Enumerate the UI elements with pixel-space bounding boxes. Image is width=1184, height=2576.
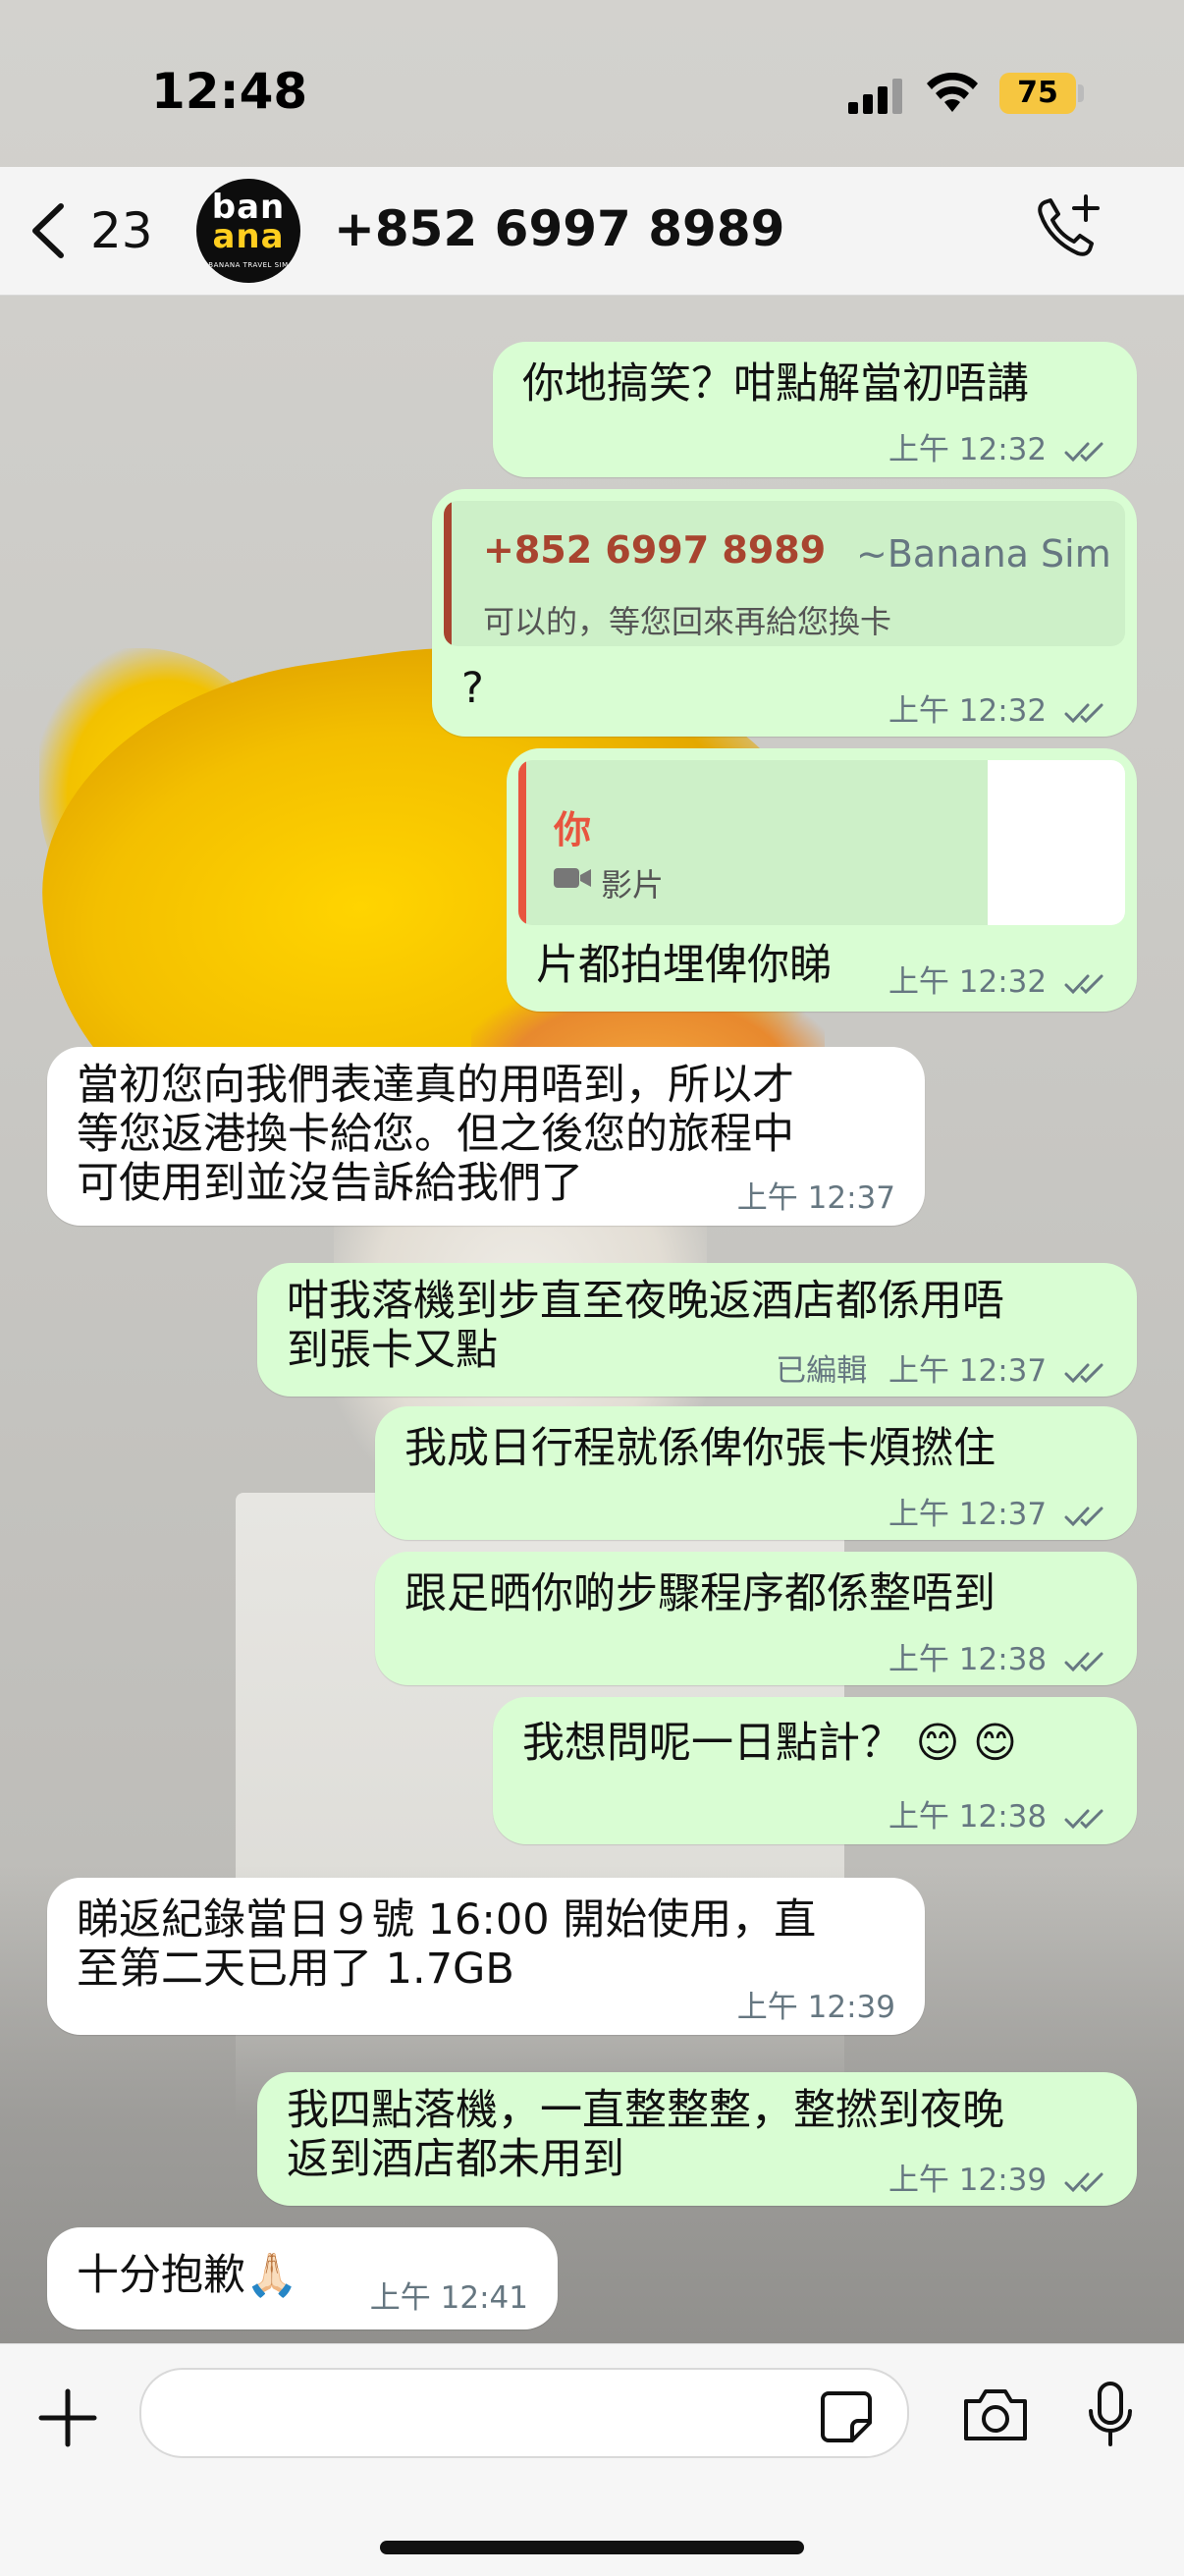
quoted-message[interactable]: 你 影片 (518, 760, 1125, 925)
video-thumbnail[interactable] (988, 760, 1125, 925)
quoted-text: 可以的，等您回來再給您換卡 (483, 603, 892, 640)
message-incoming[interactable]: 當初您向我們表達真的用唔到，所以才 等您返港換卡給您。但之後您的旅程中 可使用到… (47, 1047, 925, 1226)
message-outgoing[interactable]: 你地搞笑？咁點解當初唔講 上午 12:32 (493, 342, 1137, 477)
message-time: 上午 12:38 (888, 1642, 1048, 1677)
edited-label: 已編輯 (776, 1353, 868, 1389)
message-meta: 上午 12:32 (888, 685, 1107, 730)
message-text: 片都拍埋俾你睇 (536, 941, 832, 990)
message-text: ? (461, 664, 484, 713)
message-time: 上午 12:37 (888, 1353, 1048, 1389)
status-bar: 12:48 75 (0, 0, 1184, 187)
avatar[interactable]: ban ana BANANA TRAVEL SIM (196, 179, 300, 283)
double-check-icon (1064, 1507, 1103, 1526)
cellular-signal-icon (848, 79, 902, 114)
message-text: 當初您向我們表達真的用唔到，所以才 等您返港換卡給您。但之後您的旅程中 可使用到… (77, 1061, 794, 1208)
camera-icon[interactable] (960, 2385, 1031, 2444)
message-text: 我想問呢一日點計？ 😊 😊 (522, 1719, 1017, 1768)
message-text: 你地搞笑？咁點解當初唔講 (522, 359, 1029, 409)
plus-icon[interactable] (35, 2385, 100, 2450)
quoted-sender: +852 6997 8989 (483, 528, 827, 572)
message-meta: 上午 12:37 (737, 1173, 895, 1217)
message-meta: 上午 12:41 (370, 2273, 528, 2317)
add-call-icon[interactable] (1031, 192, 1105, 267)
message-outgoing[interactable]: 我想問呢一日點計？ 😊 😊 上午 12:38 (493, 1697, 1137, 1844)
quoted-message[interactable]: +852 6997 8989 ~Banana Sim 可以的，等您回來再給您換卡 (444, 501, 1125, 646)
status-time: 12:48 (151, 63, 308, 120)
message-meta: 已編輯 上午 12:37 (776, 1345, 1107, 1390)
contact-name[interactable]: +852 6997 8989 (334, 200, 784, 257)
message-outgoing[interactable]: +852 6997 8989 ~Banana Sim 可以的，等您回來再給您換卡… (432, 489, 1137, 737)
sticker-icon[interactable] (817, 2387, 876, 2446)
unread-count[interactable]: 23 (90, 202, 153, 259)
message-time: 上午 12:32 (888, 693, 1048, 729)
quoted-text: 影片 (601, 866, 665, 904)
message-time: 上午 12:37 (736, 1180, 895, 1216)
double-check-icon (1064, 2172, 1103, 2192)
message-time: 上午 12:39 (888, 2163, 1048, 2198)
message-incoming[interactable]: 睇返紀錄當日９號 16:00 開始使用，直 至第二天已用了 1.7GB 上午 1… (47, 1878, 925, 2035)
message-text: 跟足晒你啲步驟程序都係整唔到 (404, 1569, 996, 1618)
message-time: 上午 12:39 (736, 1990, 895, 2025)
message-meta: 上午 12:37 (888, 1489, 1107, 1533)
message-outgoing[interactable]: 我四點落機，一直整整整，整撚到夜晚 返到酒店都未用到 上午 12:39 (257, 2072, 1137, 2206)
double-check-icon (1064, 974, 1103, 994)
message-incoming[interactable]: 十分抱歉🙏🏻 上午 12:41 (47, 2227, 558, 2329)
message-outgoing[interactable]: 你 影片 片都拍埋俾你睇 上午 12:32 (507, 748, 1137, 1012)
quoted-sender-alias: ~Banana Sim (856, 532, 1111, 575)
message-text: 睇返紀錄當日９號 16:00 開始使用，直 至第二天已用了 1.7GB (77, 1895, 817, 1994)
message-text: 十分抱歉🙏🏻 (77, 2251, 298, 2300)
video-icon (554, 868, 591, 888)
message-meta: 上午 12:32 (888, 957, 1107, 1001)
battery-indicator: 75 (999, 73, 1076, 114)
message-time: 上午 12:32 (888, 432, 1048, 467)
message-time: 上午 12:41 (369, 2280, 528, 2316)
home-indicator (380, 2541, 804, 2554)
message-input[interactable] (139, 2368, 909, 2458)
avatar-tagline: BANANA TRAVEL SIM (208, 261, 289, 269)
wifi-icon (927, 73, 978, 112)
back-chevron-icon[interactable] (18, 196, 77, 265)
message-outgoing[interactable]: 我成日行程就係俾你張卡煩撚住 上午 12:37 (375, 1406, 1137, 1540)
battery-cap (1078, 84, 1084, 102)
message-meta: 上午 12:39 (737, 1982, 895, 2026)
message-time: 上午 12:37 (888, 1497, 1048, 1532)
message-meta: 上午 12:38 (888, 1791, 1107, 1836)
double-check-icon (1064, 442, 1103, 462)
double-check-icon (1064, 703, 1103, 723)
message-meta: 上午 12:39 (888, 2155, 1107, 2199)
message-time: 上午 12:38 (888, 1799, 1048, 1835)
message-meta: 上午 12:38 (888, 1634, 1107, 1678)
chat-header: 23 ban ana BANANA TRAVEL SIM +852 6997 8… (0, 167, 1184, 296)
message-composer (0, 2343, 1184, 2576)
quoted-sender: 你 (554, 808, 592, 851)
message-outgoing[interactable]: 跟足晒你啲步驟程序都係整唔到 上午 12:38 (375, 1552, 1137, 1685)
message-time: 上午 12:32 (888, 964, 1048, 1000)
avatar-logo: ban ana (211, 188, 286, 256)
message-meta: 上午 12:32 (888, 424, 1107, 468)
double-check-icon (1064, 1652, 1103, 1672)
double-check-icon (1064, 1809, 1103, 1829)
message-text: 我成日行程就係俾你張卡煩撚住 (404, 1424, 996, 1473)
microphone-icon[interactable] (1086, 2380, 1135, 2450)
double-check-icon (1064, 1363, 1103, 1383)
message-outgoing[interactable]: 咁我落機到步直至夜晚返酒店都係用唔 到張卡又點 已編輯 上午 12:37 (257, 1263, 1137, 1397)
